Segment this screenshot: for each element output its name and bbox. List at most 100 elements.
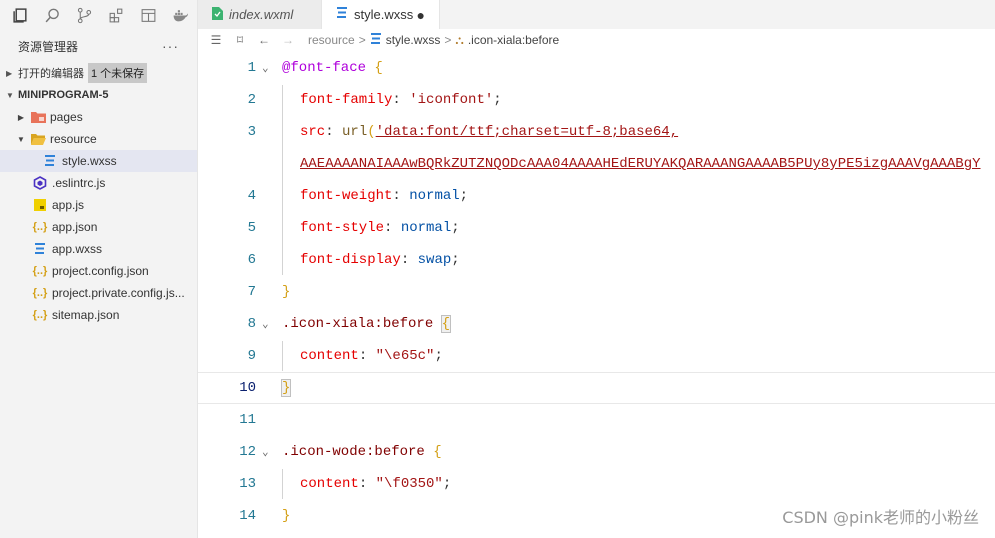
tree-item-project-private-config[interactable]: {..} project.private.config.js...	[0, 282, 197, 304]
code-line[interactable]: 2 font-family: 'iconfont';	[198, 84, 995, 116]
breadcrumb-separator: >	[358, 33, 366, 47]
explorer-title: 资源管理器	[18, 39, 79, 54]
code-area[interactable]: 1 ⌄ @font-face { 2 font-family: 'iconfon…	[198, 51, 995, 538]
watermark: CSDN @pink老师的小粉丝	[782, 508, 979, 527]
line-number: 2	[247, 92, 256, 108]
token: }	[282, 508, 291, 524]
code-line-current[interactable]: 10 }	[198, 372, 995, 404]
token: {	[433, 444, 442, 460]
fold-chevron-icon[interactable]: ⌄	[262, 61, 269, 75]
extensions-icon[interactable]	[100, 0, 132, 30]
code-line[interactable]: 9 content: "\e65c";	[198, 340, 995, 372]
token: normal	[409, 188, 460, 204]
code-text: }	[282, 508, 290, 524]
tree-item-label: project.private.config.js...	[52, 286, 185, 300]
code-line[interactable]: 12 ⌄ .icon-wode:before {	[198, 436, 995, 468]
js-icon	[30, 199, 50, 211]
tree-item-style-wxss[interactable]: style.wxss	[0, 150, 197, 172]
css-icon	[370, 32, 382, 48]
more-actions-icon[interactable]: ···	[162, 38, 179, 54]
line-number: 4	[247, 188, 256, 204]
code-line[interactable]: 3 src: url('data:font/ttf;charset=utf-8;…	[198, 116, 995, 148]
token: font-family	[300, 92, 393, 108]
symbol-icon: ⛬	[455, 32, 464, 47]
eslint-icon	[30, 176, 50, 190]
tab-style-wxss[interactable]: style.wxss ●	[322, 0, 440, 29]
tree-item-label: project.config.json	[52, 264, 149, 278]
code-line[interactable]: 1 ⌄ @font-face {	[198, 52, 995, 84]
code-line[interactable]: 4 font-weight: normal;	[198, 180, 995, 212]
fold-chevron-icon[interactable]: ⌄	[262, 445, 269, 459]
unsaved-dot[interactable]: ●	[417, 7, 425, 23]
token: "\e65c"	[375, 348, 435, 364]
code-line[interactable]: 13 content: "\f0350";	[198, 468, 995, 500]
code-text: }	[282, 284, 290, 300]
breadcrumb-file[interactable]: style.wxss	[386, 33, 441, 47]
token: ;	[442, 476, 452, 492]
tab-index-wxml[interactable]: index.wxml	[198, 0, 322, 29]
project-label: MINIPROGRAM-5	[18, 89, 109, 101]
docker-icon[interactable]	[164, 0, 196, 30]
code-line[interactable]: 8 ⌄ .icon-xiala:before {	[198, 308, 995, 340]
token: 'iconfont'	[409, 92, 494, 108]
json-icon: {..}	[32, 265, 48, 277]
json-icon: {..}	[32, 221, 48, 233]
token: ;	[493, 92, 502, 108]
open-editors-section[interactable]: ▶ 打开的编辑器 1 个未保存	[0, 62, 197, 84]
token: :	[358, 348, 368, 364]
fold-chevron-icon[interactable]: ⌄	[262, 317, 269, 331]
token: .icon-wode	[282, 444, 367, 460]
tree-item-app-wxss[interactable]: app.wxss	[0, 238, 197, 260]
files-icon[interactable]	[4, 0, 36, 30]
code-text: content: "\e65c";	[300, 348, 443, 364]
code-text: .icon-wode:before {	[282, 444, 442, 460]
tree-item-pages[interactable]: ▶ pages	[0, 106, 197, 128]
layout-icon[interactable]	[132, 0, 164, 30]
code-line[interactable]: 7 }	[198, 276, 995, 308]
token: @font-face	[282, 60, 367, 76]
token: swap	[417, 252, 452, 268]
forward-arrow-icon[interactable]: →	[276, 33, 300, 47]
breadcrumb-resource[interactable]: resource	[308, 33, 355, 47]
line-number: 10	[239, 380, 256, 396]
open-editors-label: 打开的编辑器	[18, 68, 84, 80]
token: }	[280, 379, 292, 397]
code-line[interactable]: 6 font-display: swap;	[198, 244, 995, 276]
unsaved-badge: 1 个未保存	[88, 63, 148, 83]
search-icon[interactable]	[36, 0, 68, 30]
tree-item-label: resource	[50, 132, 97, 146]
tree-item-resource[interactable]: ▼ resource	[0, 128, 197, 150]
folder-icon	[28, 111, 48, 123]
bookmark-icon[interactable]: ⌑	[228, 33, 252, 47]
code-text: font-style: normal;	[300, 220, 460, 236]
token: ;	[451, 220, 460, 236]
back-arrow-icon[interactable]: ←	[252, 33, 276, 47]
token: :	[358, 476, 368, 492]
code-line[interactable]: AAEAAAANAIAAAwBQRkZUTZNQODcAAA04AAAAHEdE…	[198, 148, 995, 180]
line-number: 8	[247, 316, 256, 332]
project-section[interactable]: ▼ MINIPROGRAM-5	[0, 84, 197, 106]
code-line[interactable]: 5 font-style: normal;	[198, 212, 995, 244]
line-number: 13	[239, 476, 256, 492]
chevron-down-icon: ▼	[6, 90, 14, 100]
list-icon[interactable]: ☰	[204, 33, 228, 47]
source-control-icon[interactable]	[68, 0, 100, 30]
code-line[interactable]: 11	[198, 404, 995, 436]
token: :	[325, 124, 334, 140]
tree-item-app-js[interactable]: app.js	[0, 194, 197, 216]
json-icon: {..}	[32, 287, 48, 299]
tree-item-app-json[interactable]: {..} app.json	[0, 216, 197, 238]
breadcrumb-symbol[interactable]: .icon-xiala:before	[468, 33, 559, 47]
token[interactable]: AAEAAAANAIAAAwBQRkZUTZNQODcAAA04AAAAHEdE…	[300, 156, 981, 172]
tree-item-project-config[interactable]: {..} project.config.json	[0, 260, 197, 282]
tree-item-eslintrc[interactable]: .eslintrc.js	[0, 172, 197, 194]
token[interactable]: 'data:font/ttf;charset=utf-8;base64,	[376, 124, 678, 140]
line-number: 9	[247, 348, 256, 364]
token: font-display	[300, 252, 401, 268]
token: normal	[400, 220, 452, 236]
css-icon	[30, 243, 50, 255]
tree-item-sitemap[interactable]: {..} sitemap.json	[0, 304, 197, 326]
chevron-right-icon: ▶	[6, 68, 13, 78]
token: font-style	[300, 220, 385, 236]
token: content	[300, 348, 359, 364]
